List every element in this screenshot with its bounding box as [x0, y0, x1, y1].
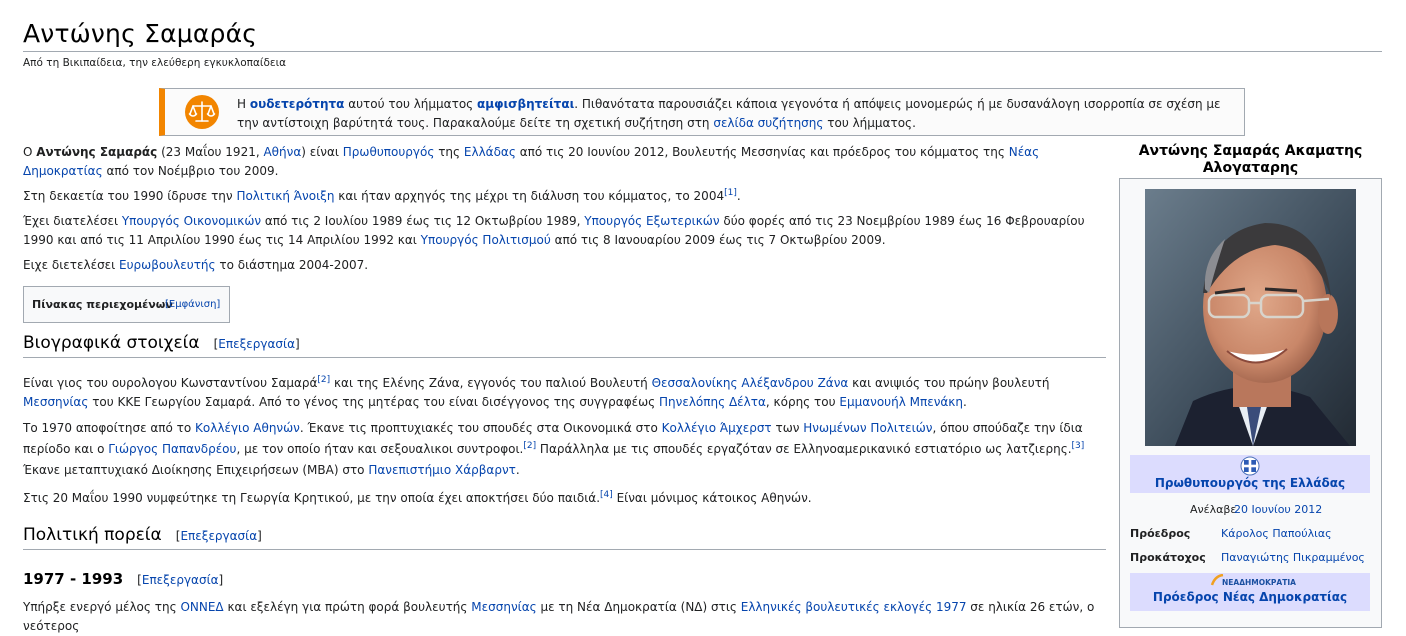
athens-link[interactable]: Αθήνα: [263, 145, 301, 159]
foreign-minister-link[interactable]: Υπουργός Εξωτερικών: [584, 214, 719, 228]
reference-link[interactable]: [2]: [523, 441, 536, 451]
section-heading-political-career: Πολιτική πορεία [Επεξεργασία]: [23, 525, 1106, 550]
reference-link[interactable]: [2]: [317, 375, 330, 385]
subsection-heading-1977-1993: 1977 - 1993 [Επεξεργασία]: [23, 570, 224, 588]
page-title: Αντώνης Σαμαράς: [23, 19, 258, 48]
neutrality-notice: Η ουδετερότητα αυτού του λήμματος αμφισβ…: [159, 88, 1245, 136]
neutrality-link[interactable]: ουδετερότητα: [250, 97, 345, 111]
toc-show-toggle[interactable]: [Εμφάνιση]: [165, 299, 220, 310]
united-states-link[interactable]: Ηνωμένων Πολιτειών: [803, 421, 932, 435]
scales-icon: [185, 95, 219, 129]
article-intro: Ο Αντώνης Σαμαράς (23 Μαΐου 1921, Αθήνα)…: [23, 143, 1108, 281]
title-divider: [23, 51, 1382, 52]
amherst-college-link[interactable]: Κολλέγιο Άμχερστ: [662, 421, 772, 435]
finance-minister-link[interactable]: Υπουργός Οικονομικών: [122, 214, 261, 228]
elections-1977-link[interactable]: Ελληνικές βουλευτικές εκλογές 1977: [741, 600, 967, 614]
section-heading-biography: Βιογραφικά στοιχεία [Επεξεργασία]: [23, 333, 1106, 358]
harvard-link[interactable]: Πανεπιστήμιο Χάρβαρντ: [368, 463, 516, 477]
toc-title: Πίνακας περιεχομένων: [32, 298, 173, 311]
predecessor-link[interactable]: Παναγιώτης Πικραμμένος: [1221, 551, 1365, 564]
prime-minister-link[interactable]: Πρωθυπουργός: [343, 145, 435, 159]
took-office-date-link[interactable]: 20 Ιουνίου 2012: [1234, 503, 1322, 516]
edit-section-link[interactable]: [Επεξεργασία]: [176, 529, 262, 543]
biography-paragraph: Είναι γιος του ουρολογου Κωνσταντίνου Σα…: [23, 375, 1050, 410]
political-spring-link[interactable]: Πολιτική Άνοιξη: [236, 189, 334, 203]
reference-link[interactable]: [4]: [600, 490, 613, 500]
edit-section-link[interactable]: [Επεξεργασία]: [214, 337, 300, 351]
infobox: Πρωθυπουργός της Ελλάδας Ανέλαβε 20 Ιουν…: [1119, 178, 1382, 628]
alexandros-zanas-link[interactable]: Αλέξανδρου Ζάνα: [741, 376, 848, 390]
subject-name: Αντώνης Σαμαράς: [36, 145, 158, 159]
disputed-link[interactable]: αμφισβητείται: [477, 97, 574, 111]
greek-emblem-icon: [1240, 456, 1260, 476]
portrait-image[interactable]: [1145, 189, 1356, 446]
greece-link[interactable]: Ελλάδας: [464, 145, 516, 159]
talk-page-link[interactable]: σελίδα συζήτησης: [713, 116, 823, 130]
intro-paragraph: Ειχε διετελέσει Ευρωβουλευτής το διάστημ…: [23, 258, 369, 272]
infobox-office-header: Πρωθυπουργός της Ελλάδας: [1130, 455, 1370, 493]
infobox-party-header: ΝΕΑΔΗΜΟΚΡΑΤΙΑ Πρόεδρος Νέας Δημοκρατίας: [1130, 573, 1370, 611]
messinia-link[interactable]: Μεσσηνίας: [23, 395, 88, 409]
culture-minister-link[interactable]: Υπουργός Πολιτισμού: [421, 233, 551, 247]
reference-link[interactable]: [1]: [724, 188, 737, 198]
thessaloniki-link[interactable]: Θεσσαλονίκης: [652, 376, 738, 390]
site-tagline: Από τη Βικιπαίδεια, την ελεύθερη εγκυκλο…: [23, 57, 287, 69]
president-link[interactable]: Κάρολος Παπούλιας: [1221, 527, 1332, 540]
nd-president-link[interactable]: Πρόεδρος Νέας Δημοκρατίας: [1153, 590, 1347, 604]
new-democracy-logo-icon: ΝΕΑΔΗΜΟΚΡΑΤΙΑ: [1130, 574, 1370, 590]
messinia-link[interactable]: Μεσσηνίας: [471, 600, 536, 614]
infobox-caption: Αντώνης Σαμαράς Ακαματης Αλογαταρης: [1138, 143, 1363, 176]
notice-text: Η ουδετερότητα αυτού του λήμματος αμφισβ…: [237, 97, 1221, 130]
intro-paragraph: Έχει διατελέσει Υπουργός Οικονομικών από…: [23, 214, 1085, 247]
emmanouil-benakis-link[interactable]: Εμμανουήλ Μπενάκη: [839, 395, 963, 409]
reference-link[interactable]: [3]: [1072, 441, 1085, 451]
intro-paragraph: Ο Αντώνης Σαμαράς (23 Μαΐου 1921, Αθήνα)…: [23, 145, 1040, 178]
biography-paragraph: Στις 20 Μαΐου 1990 νυμφεύτηκε τη Γεωργία…: [23, 490, 812, 506]
biography-paragraph: Το 1970 αποφοίτησε από το Κολλέγιο Αθηνώ…: [23, 421, 1085, 477]
penelope-delta-link[interactable]: Πηνελόπης Δέλτα: [659, 395, 766, 409]
table-of-contents: Πίνακας περιεχομένων [Εμφάνιση]: [23, 286, 230, 323]
career-paragraph: Υπήρξε ενεργό μέλος της ΟΝΝΕΔ και εξελέγ…: [23, 600, 1095, 633]
edit-section-link[interactable]: [Επεξεργασία]: [137, 573, 223, 587]
mep-link[interactable]: Ευρωβουλευτής: [119, 258, 216, 272]
onned-link[interactable]: ΟΝΝΕΔ: [180, 600, 223, 614]
athens-college-link[interactable]: Κολλέγιο Αθηνών: [195, 421, 300, 435]
intro-paragraph: Στη δεκαετία του 1990 ίδρυσε την Πολιτικ…: [23, 188, 741, 204]
pm-of-greece-link[interactable]: Πρωθυπουργός της Ελλάδας: [1155, 476, 1345, 490]
george-papandreou-link[interactable]: Γιώργος Παπανδρέου: [108, 442, 236, 456]
